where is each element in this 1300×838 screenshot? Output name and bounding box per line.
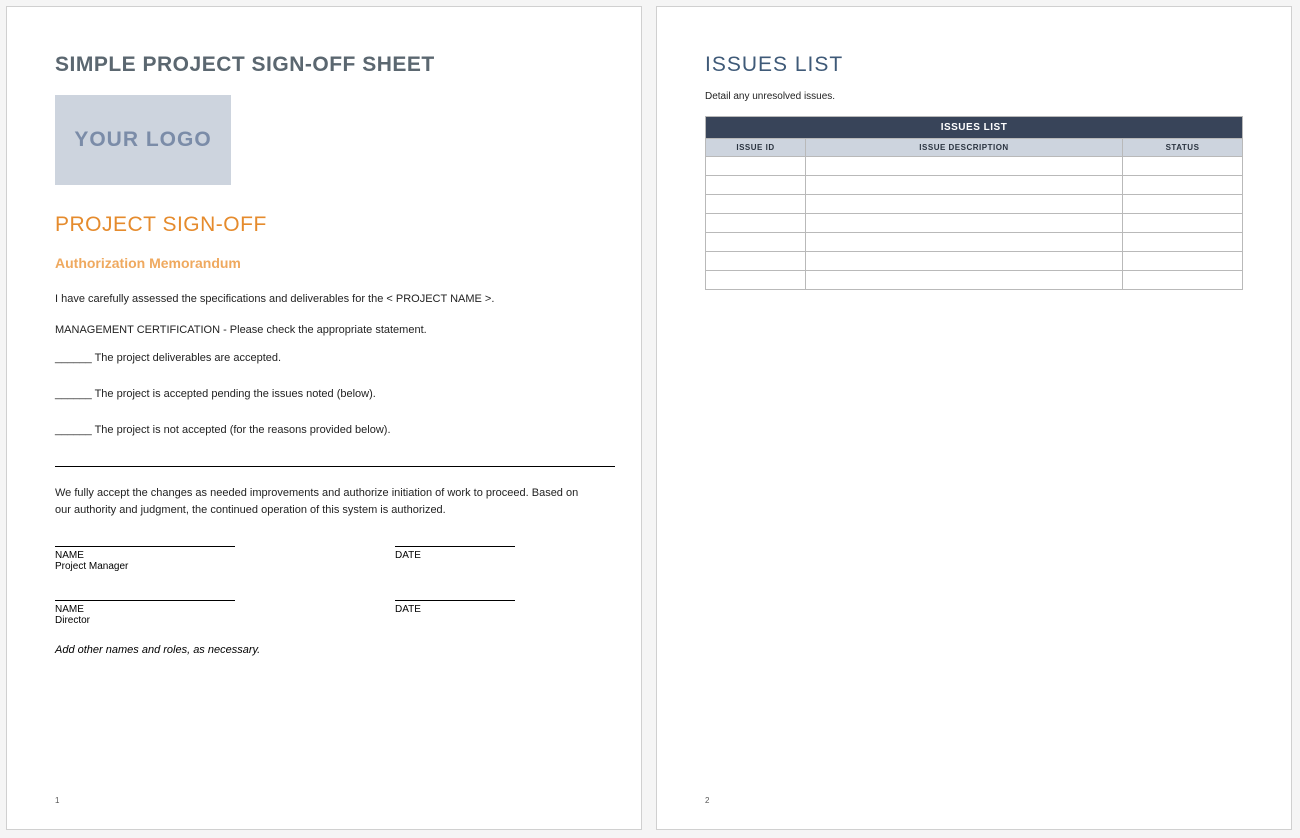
table-cell-id [706,233,806,252]
role-director: Director [55,615,235,626]
table-row [706,195,1243,214]
table-row [706,157,1243,176]
role-project-manager: Project Manager [55,561,235,572]
col-issue-desc: ISSUE DESCRIPTION [806,139,1123,157]
table-cell-status [1123,233,1243,252]
signature-name-director: NAME Director [55,600,235,626]
table-cell-desc [806,176,1123,195]
table-cell-id [706,271,806,290]
page-1: SIMPLE PROJECT SIGN-OFF SHEET YOUR LOGO … [6,6,642,830]
table-row [706,176,1243,195]
signature-row-2: NAME Director DATE [55,600,593,626]
date-label: DATE [395,550,515,561]
table-cell-desc [806,271,1123,290]
table-cell-status [1123,214,1243,233]
name-label: NAME [55,550,235,561]
table-row [706,233,1243,252]
table-cell-status [1123,195,1243,214]
table-title-row: ISSUES LIST [706,117,1243,139]
table-row [706,252,1243,271]
table-cell-status [1123,176,1243,195]
divider-line [55,466,615,467]
table-cell-desc [806,195,1123,214]
table-cell-id [706,176,806,195]
table-cell-id [706,195,806,214]
acceptance-text: We fully accept the changes as needed im… [55,485,593,518]
table-cell-desc [806,214,1123,233]
table-cell-status [1123,157,1243,176]
page-number-1: 1 [55,796,59,805]
table-row [706,271,1243,290]
mgmt-cert-text: MANAGEMENT CERTIFICATION - Please check … [55,322,593,339]
table-cell-status [1123,252,1243,271]
name-label: NAME [55,604,235,615]
option-pending: ______ The project is accepted pending t… [55,388,593,400]
page-number-2: 2 [705,796,709,805]
signature-row-1: NAME Project Manager DATE [55,546,593,572]
signature-name-pm: NAME Project Manager [55,546,235,572]
issues-table: ISSUES LIST ISSUE ID ISSUE DESCRIPTION S… [705,116,1243,290]
table-cell-desc [806,233,1123,252]
add-names-note: Add other names and roles, as necessary. [55,644,593,656]
table-cell-id [706,157,806,176]
table-row [706,214,1243,233]
table-cell-desc [806,157,1123,176]
issues-list-subtitle: Detail any unresolved issues. [705,91,1243,102]
col-issue-status: STATUS [1123,139,1243,157]
option-not-accepted: ______ The project is not accepted (for … [55,424,593,436]
table-cell-status [1123,271,1243,290]
signature-date-pm: DATE [395,546,515,572]
logo-placeholder: YOUR LOGO [55,95,231,185]
section-heading-signoff: PROJECT SIGN-OFF [55,213,593,237]
sub-heading-auth-memo: Authorization Memorandum [55,255,593,271]
table-cell-desc [806,252,1123,271]
signature-date-director: DATE [395,600,515,626]
intro-text: I have carefully assessed the specificat… [55,291,593,308]
date-label: DATE [395,604,515,615]
page-2: ISSUES LIST Detail any unresolved issues… [656,6,1292,830]
col-issue-id: ISSUE ID [706,139,806,157]
option-accepted: ______ The project deliverables are acce… [55,352,593,364]
issues-list-title: ISSUES LIST [705,53,1243,77]
table-cell-id [706,214,806,233]
table-cell-id [706,252,806,271]
document-title: SIMPLE PROJECT SIGN-OFF SHEET [55,53,593,77]
